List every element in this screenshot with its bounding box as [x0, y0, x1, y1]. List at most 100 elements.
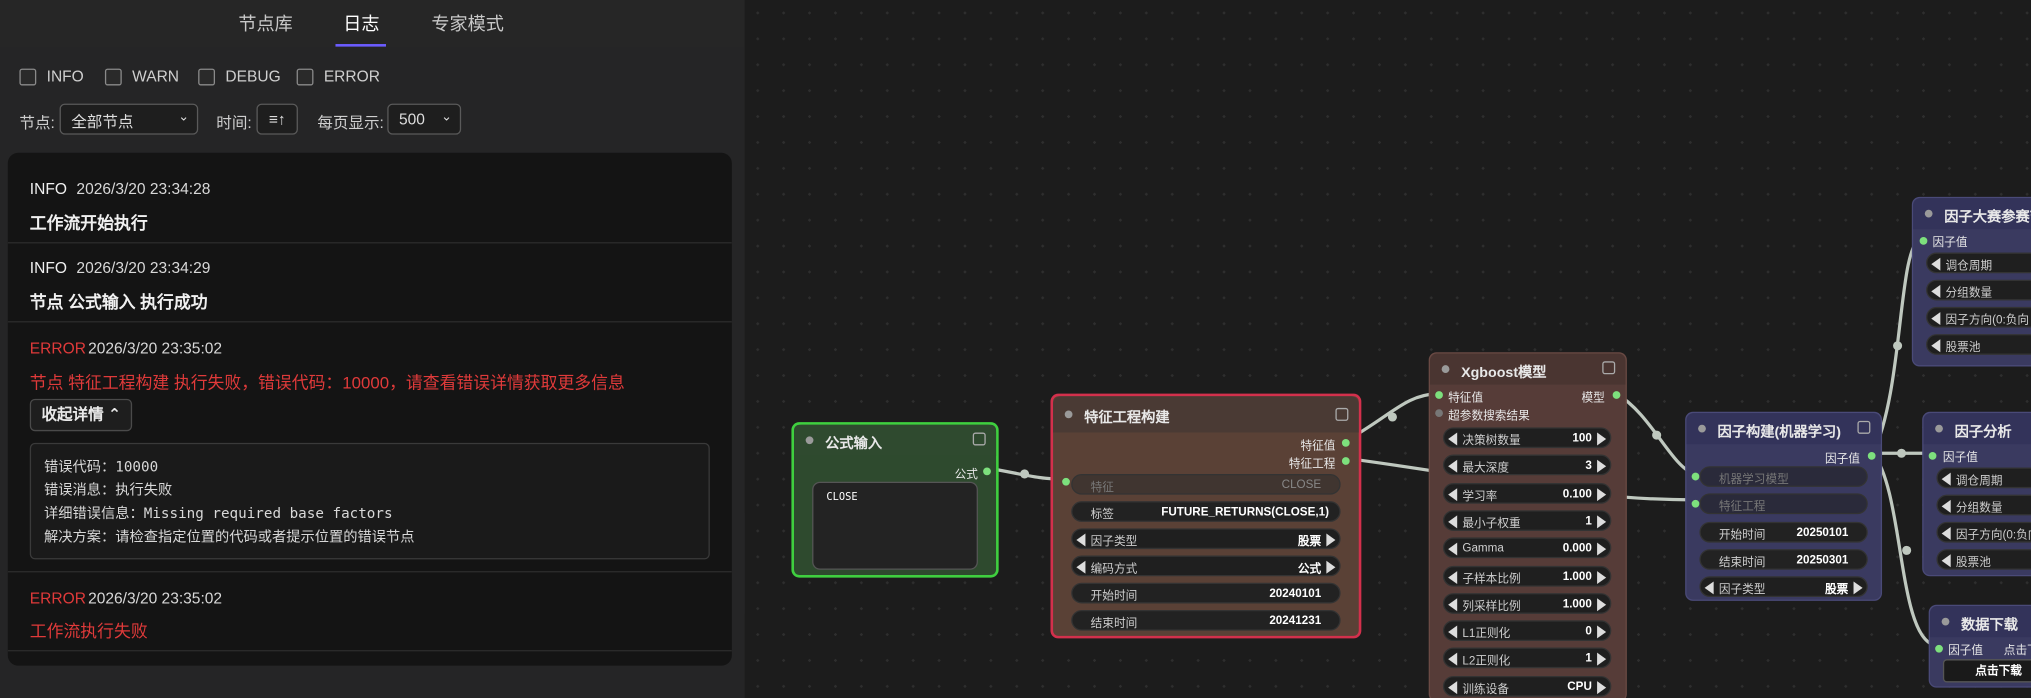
widget-xgb-param[interactable]: 最小子权重 1 [1442, 510, 1612, 531]
arrow-left-icon[interactable] [1448, 487, 1458, 501]
widget-feature-eng[interactable]: 特征工程 [1699, 493, 1868, 515]
arrow-left-icon[interactable] [1941, 554, 1951, 568]
widget-group-count[interactable]: 分组数量 [1936, 494, 2031, 516]
widget-value: CPU [1567, 679, 1592, 693]
arrow-right-icon[interactable] [1597, 542, 1607, 556]
input-port[interactable] [1919, 236, 1928, 245]
arrow-left-icon[interactable] [1448, 653, 1458, 667]
arrow-right-icon[interactable] [1597, 598, 1607, 611]
widget-xgb-param[interactable]: 决策树数量 100 [1442, 427, 1612, 449]
widget-xgb-param[interactable]: Gamma 0.000 [1442, 537, 1612, 559]
arrow-left-icon[interactable] [1941, 472, 1951, 486]
input-port[interactable] [1935, 644, 1943, 653]
widget-xgb-param[interactable]: 学习率 0.100 [1442, 482, 1612, 504]
arrow-right-icon[interactable] [1597, 653, 1607, 667]
widget-encoding[interactable]: 编码方式 公式 [1071, 555, 1341, 577]
widget-factor-type[interactable]: 因子类型 股票 [1071, 528, 1341, 550]
status-dot-icon [1924, 209, 1933, 218]
arrow-right-icon[interactable] [1326, 533, 1336, 547]
widget-factor-direction[interactable]: 因子方向(0:负向 [1936, 521, 2031, 543]
node-header[interactable]: 因子构建(机器学习) [1686, 413, 1881, 445]
widget-xgb-param[interactable]: 最大深度 3 [1442, 454, 1612, 476]
node-header[interactable]: 因子分析 [1923, 413, 2031, 445]
node-header[interactable]: 特征工程构建 [1053, 396, 1359, 433]
arrow-right-icon[interactable] [1597, 625, 1607, 639]
download-button[interactable]: 点击下载 [1942, 659, 2031, 683]
widget-ml-model[interactable]: 机器学习模型 [1699, 466, 1868, 487]
input-port[interactable] [1928, 451, 1937, 460]
node-header[interactable]: Xgboost模型 [1429, 353, 1626, 385]
input-port[interactable] [1062, 477, 1070, 486]
input-port[interactable] [1691, 499, 1700, 508]
widget-xgb-param[interactable]: 训练设备 CPU [1442, 675, 1612, 697]
arrow-right-icon[interactable] [1597, 432, 1607, 446]
arrow-left-icon[interactable] [1448, 570, 1458, 584]
widget-xgb-param[interactable]: L2正则化 1 [1442, 648, 1612, 669]
output-port[interactable] [1612, 391, 1621, 399]
widget-factor-type[interactable]: 因子类型 股票 [1699, 576, 1868, 597]
arrow-right-icon[interactable] [1597, 487, 1607, 501]
widget-feature[interactable]: 特征 CLOSE [1071, 473, 1341, 495]
arrow-right-icon[interactable] [1597, 680, 1607, 694]
output-port[interactable] [1341, 457, 1350, 465]
widget-start-date[interactable]: 开始时间 20250101 [1699, 521, 1868, 543]
arrow-right-icon[interactable] [1326, 560, 1336, 574]
edit-icon[interactable] [1335, 407, 1349, 421]
node-header[interactable]: 数据下载 [1929, 606, 2031, 638]
output-port[interactable] [1341, 439, 1350, 447]
node-feature-engineering[interactable]: 特征工程构建 特征值 特征工程 特征 CLOSE 标签 FUTURE_RETURNS… [1050, 393, 1362, 639]
arrow-left-icon[interactable] [1931, 284, 1941, 298]
arrow-right-icon[interactable] [1597, 570, 1607, 584]
widget-end-date[interactable]: 结束时间 20250301 [1699, 549, 1868, 570]
arrow-left-icon[interactable] [1941, 527, 1951, 541]
widget-group-count[interactable]: 分组数量 [1926, 279, 2031, 301]
arrow-left-icon[interactable] [1931, 257, 1941, 271]
node-data-download[interactable]: 数据下载 因子值 点击下 点击下载 [1928, 604, 2031, 688]
widget-stock-pool[interactable]: 股票池 [1926, 334, 2031, 355]
output-port[interactable] [983, 467, 991, 476]
node-title: 数据下载 [1961, 617, 2019, 634]
node-header[interactable]: 公式输入 [794, 424, 997, 456]
node-formula-input[interactable]: 公式输入 公式 close [791, 422, 999, 578]
arrow-left-icon[interactable] [1941, 499, 1951, 513]
arrow-left-icon[interactable] [1448, 598, 1458, 611]
arrow-right-icon[interactable] [1853, 581, 1863, 595]
edit-icon[interactable] [972, 432, 986, 446]
widget-value: 公式 [1297, 562, 1322, 575]
output-port[interactable] [1867, 451, 1876, 460]
arrow-left-icon[interactable] [1931, 312, 1941, 326]
node-xgboost[interactable]: Xgboost模型 特征值 超参数搜索结果 模型 决策树数量 100 最大深度 3 学习… [1428, 352, 1627, 698]
widget-start-date[interactable]: 开始时间 20240101 [1071, 582, 1341, 604]
widget-factor-direction[interactable]: 因子方向(0:负向 [1926, 306, 2031, 328]
arrow-left-icon[interactable] [1448, 432, 1458, 446]
input-port[interactable] [1435, 391, 1443, 399]
arrow-right-icon[interactable] [1597, 460, 1607, 474]
widget-xgb-param[interactable]: 列采样比例 1.000 [1442, 592, 1612, 614]
arrow-left-icon[interactable] [1931, 339, 1941, 353]
widget-xgb-param[interactable]: 子样本比例 1.000 [1442, 565, 1612, 586]
formula-editor[interactable]: close [812, 481, 978, 570]
widget-rebalance-period[interactable]: 调仓周期 [1936, 467, 2031, 489]
widget-label-formula[interactable]: 标签 FUTURE_RETURNS(CLOSE,1) [1071, 501, 1341, 522]
arrow-left-icon[interactable] [1076, 560, 1086, 574]
arrow-left-icon[interactable] [1448, 542, 1458, 556]
edit-icon[interactable] [1857, 420, 1871, 434]
widget-xgb-param[interactable]: L1正则化 0 [1442, 620, 1612, 642]
widget-end-date[interactable]: 结束时间 20241231 [1071, 609, 1341, 631]
arrow-left-icon[interactable] [1704, 581, 1714, 595]
widget-rebalance-period[interactable]: 调仓周期 [1926, 252, 2031, 274]
arrow-left-icon[interactable] [1448, 460, 1458, 474]
arrow-left-icon[interactable] [1448, 680, 1458, 694]
node-factor-analysis[interactable]: 因子分析 因子值 调仓周期 分组数量 因子方向(0:负向 股票池 [1922, 411, 2031, 577]
input-port[interactable] [1435, 409, 1443, 417]
edit-icon[interactable] [1602, 361, 1616, 375]
node-factor-contest[interactable]: 因子大赛参赛节 因子值 调仓周期 分组数量 因子方向(0:负向 股票池 [1911, 196, 2031, 367]
arrow-right-icon[interactable] [1597, 515, 1607, 529]
arrow-left-icon[interactable] [1448, 515, 1458, 529]
arrow-left-icon[interactable] [1448, 625, 1458, 639]
node-header[interactable]: 因子大赛参赛节 [1913, 198, 2031, 230]
input-port[interactable] [1691, 472, 1700, 481]
arrow-left-icon[interactable] [1076, 533, 1086, 547]
node-factor-build[interactable]: 因子构建(机器学习) 因子值 机器学习模型 特征工程 开始时间 20250101 … [1685, 411, 1883, 601]
widget-stock-pool[interactable]: 股票池 [1936, 549, 2031, 570]
